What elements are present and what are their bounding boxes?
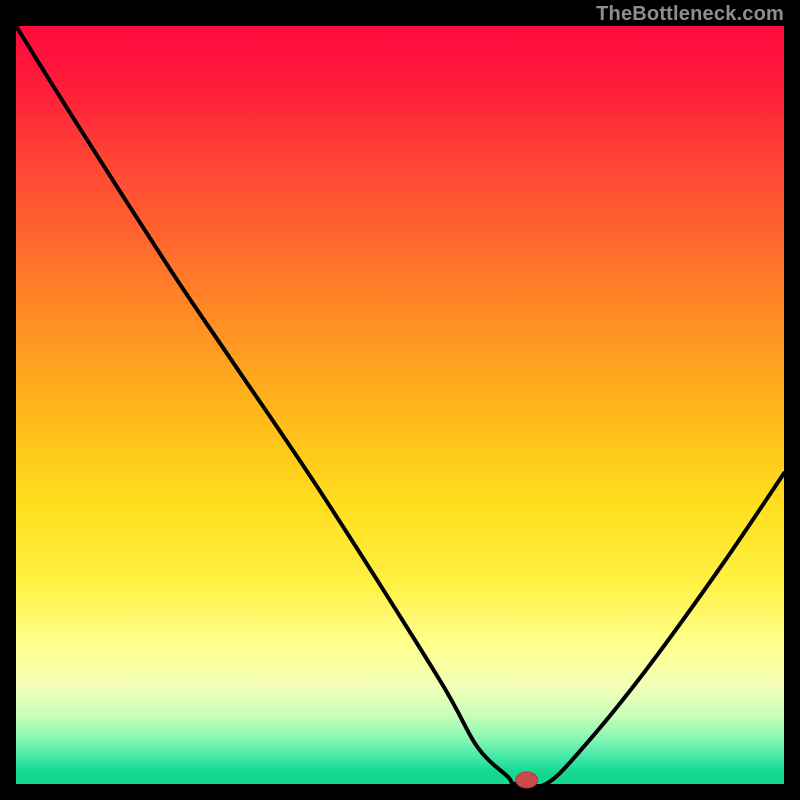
optimum-marker (516, 772, 538, 788)
attribution-label: TheBottleneck.com (596, 3, 784, 26)
chart-frame: TheBottleneck.com (0, 0, 800, 800)
plot-area (16, 26, 784, 784)
curve-line (16, 26, 784, 787)
bottleneck-curve (16, 26, 784, 784)
